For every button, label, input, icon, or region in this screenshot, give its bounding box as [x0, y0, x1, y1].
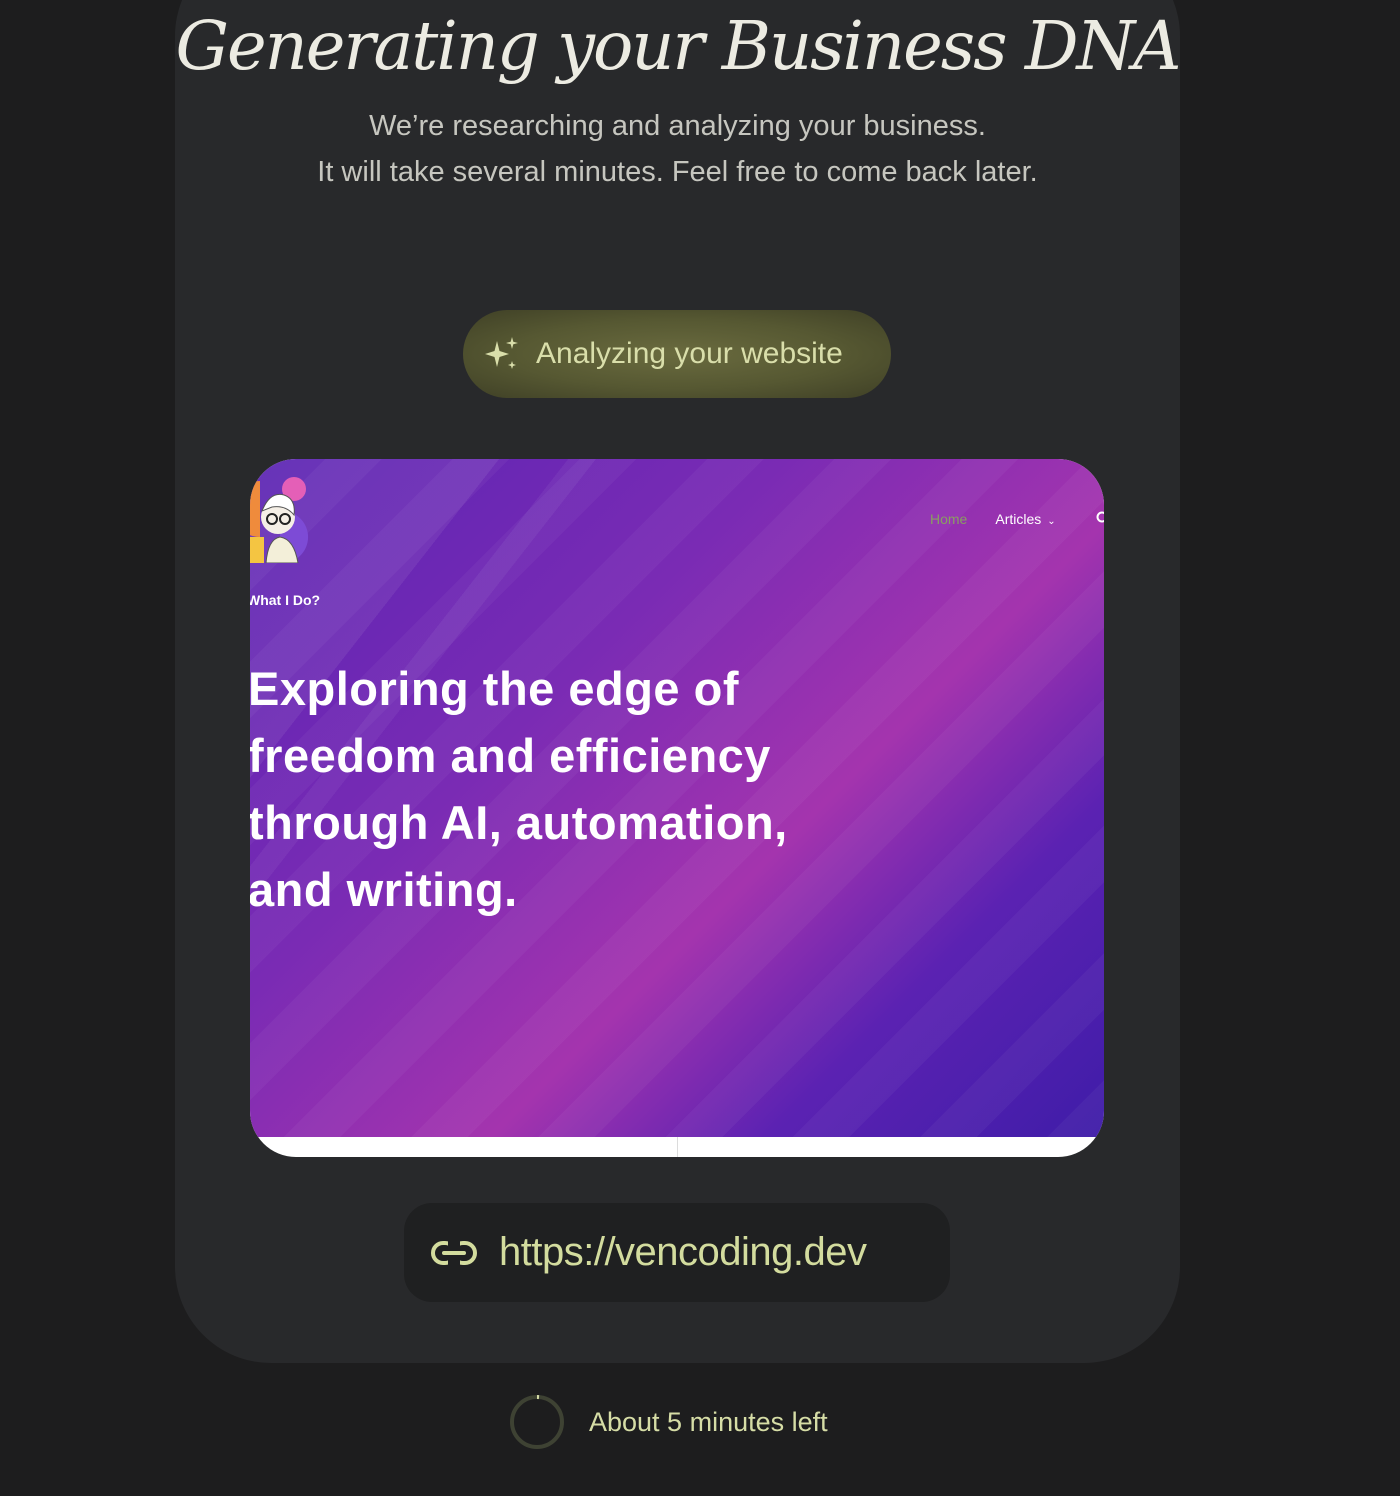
hero-line: through AI, automation,	[250, 796, 788, 849]
subtitle-line-1: We’re researching and analyzing your bus…	[369, 110, 986, 142]
preview-nav: Home Articles ⌄	[930, 511, 1056, 527]
link-icon	[431, 1239, 477, 1266]
subtitle-line-2: It will take several minutes. Feel free …	[317, 156, 1038, 188]
time-remaining-label: About 5 minutes left	[589, 1406, 828, 1437]
website-url-pill[interactable]: https://vencoding.dev	[404, 1203, 950, 1302]
hero-line: Exploring the edge of	[250, 662, 739, 715]
search-icon[interactable]	[1096, 511, 1104, 525]
hero-line: freedom and efficiency	[250, 729, 771, 782]
preview-hero-heading: Exploring the edge of freedom and effici…	[250, 655, 948, 923]
status-label: Analyzing your website	[536, 337, 843, 370]
preview-nav-home[interactable]: Home	[930, 511, 967, 527]
preview-section-label: What I Do?	[250, 592, 321, 608]
analysis-status-pill: Analyzing your website	[463, 310, 891, 398]
website-preview: Home Articles ⌄ What I Do? Exploring the …	[250, 459, 1104, 1157]
chevron-down-icon: ⌄	[1047, 516, 1056, 527]
page-title: Generating your Business DNA	[175, 7, 1181, 85]
preview-nav-articles-label: Articles	[995, 511, 1042, 527]
preview-divider	[677, 1137, 678, 1157]
time-remaining: About 5 minutes left	[509, 1394, 828, 1450]
sparkle-icon	[485, 337, 518, 369]
preview-nav-articles[interactable]: Articles ⌄	[995, 511, 1055, 527]
spinner-icon	[510, 1395, 564, 1449]
website-url: https://vencoding.dev	[499, 1230, 867, 1274]
avatar-logo	[250, 477, 309, 563]
hero-line: and writing.	[250, 863, 518, 916]
